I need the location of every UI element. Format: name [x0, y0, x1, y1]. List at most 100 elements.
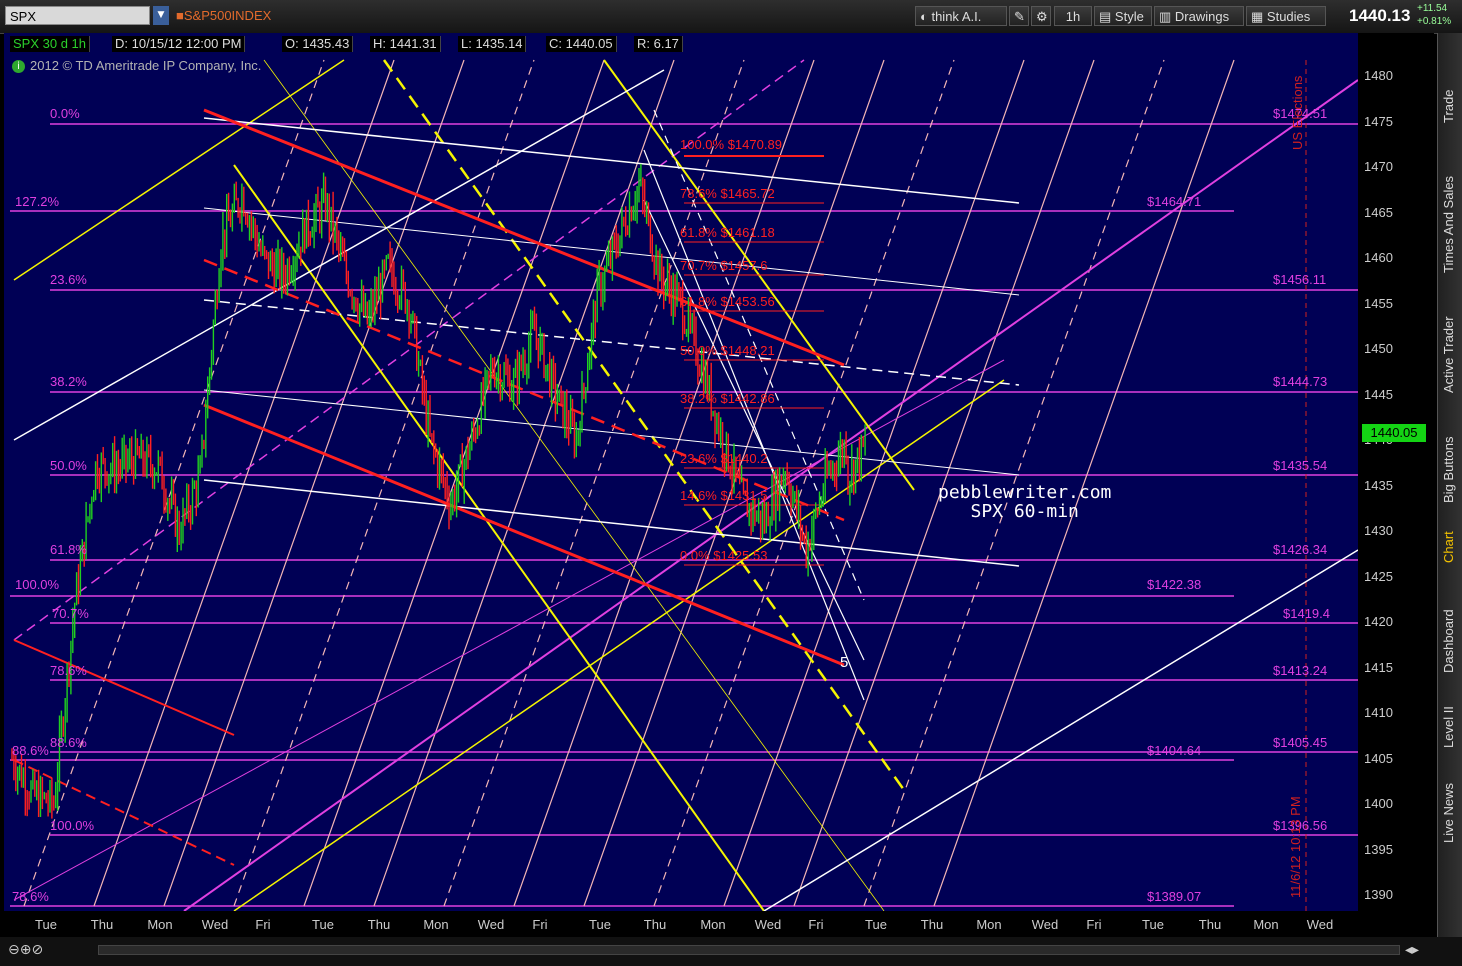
- price-chart[interactable]: [4, 33, 1358, 911]
- time-tick: Tue: [589, 917, 611, 932]
- red-fib-label: 23.6% $1440.2: [680, 451, 768, 466]
- right-level-label: $1389.07: [1147, 889, 1202, 904]
- price-tick: 1470: [1364, 159, 1393, 174]
- right-level-label: $1422.38: [1147, 577, 1202, 592]
- left-fib-label: 61.8%: [50, 542, 87, 557]
- copyright: 2012 © TD Ameritrade IP Company, Inc.: [30, 58, 262, 73]
- price-tick: 1455: [1364, 295, 1393, 311]
- red-fib-label: 100.0% $1470.89: [680, 137, 782, 152]
- time-tick: Wed: [1031, 917, 1059, 932]
- right-level-label: $1456.11: [1273, 272, 1327, 287]
- time-tick: Mon: [976, 917, 1002, 932]
- zoom-icon[interactable]: ⊖⊕⊘: [8, 942, 43, 958]
- price-tick: 1430: [1364, 523, 1393, 538]
- left-fib-label: 78.6%: [50, 663, 87, 678]
- time-tick: Mon: [423, 917, 449, 932]
- white-channel-line[interactable]: [203, 389, 1020, 476]
- bar-open: O: 1435.43: [282, 36, 354, 52]
- time-tick: Fri: [255, 917, 271, 932]
- time-tick: Thu: [1198, 917, 1222, 932]
- studies-button[interactable]: ▦ Studies: [1246, 6, 1326, 26]
- price-axis[interactable]: 1480147514701465146014551450144514401435…: [1358, 33, 1434, 911]
- time-tick: Thu: [920, 917, 944, 932]
- think-ai-button[interactable]: ◐ think A.I.: [915, 6, 1007, 26]
- time-tick: Mon: [700, 917, 726, 932]
- wave-label: 5: [840, 654, 849, 671]
- price-tick: 1390: [1364, 887, 1393, 902]
- us-elections-label: US Elections: [1290, 75, 1305, 150]
- time-tick: Tue: [865, 917, 887, 932]
- change-percent: +0.81%: [1417, 16, 1452, 27]
- red-fib-label: 0.0% $1425.53: [680, 548, 768, 563]
- index-name: ■S&P500INDEX: [176, 8, 272, 23]
- price-tick: 1445: [1364, 386, 1393, 402]
- price-tick: 1460: [1364, 250, 1393, 265]
- left-fib-label: 88.6%: [50, 735, 87, 750]
- left-fib-label: 88.6%: [12, 743, 49, 758]
- watermark-line1: pebblewriter.com: [938, 482, 1112, 503]
- right-level-label: $1405.45: [1273, 735, 1328, 750]
- yellow-trend-line[interactable]: [233, 164, 765, 911]
- chart-canvas[interactable]: [4, 33, 1358, 911]
- time-tick: Fri: [808, 917, 824, 932]
- time-tick: Fri: [532, 917, 548, 932]
- time-tick: Thu: [367, 917, 391, 932]
- style-button[interactable]: ▤ Style: [1094, 6, 1152, 26]
- time-axis[interactable]: Tue Thu Mon Wed Fri Tue Thu Mon Wed Fri Tue Thu Mon W…: [4, 911, 1358, 937]
- left-fib-label: 38.2%: [50, 374, 87, 389]
- left-fib-label: 127.2%: [15, 194, 60, 209]
- current-price-badge: 1440.05: [1362, 424, 1426, 442]
- price-tick: 1405: [1364, 750, 1393, 766]
- right-level-label: $1404.64: [1147, 743, 1202, 758]
- left-fib-label: 100.0%: [50, 818, 95, 833]
- left-fib-label: 50.0%: [50, 458, 87, 473]
- time-tick: Wed: [477, 917, 505, 932]
- red-channel-line[interactable]: [13, 639, 235, 736]
- timeframe-selector[interactable]: 1h: [1054, 6, 1092, 26]
- time-tick: Thu: [90, 917, 114, 932]
- price-tick: 1465: [1364, 204, 1393, 220]
- time-scrollbar[interactable]: [98, 945, 1400, 955]
- white-trend-line[interactable]: [763, 549, 1358, 911]
- time-tick: Fri: [1086, 917, 1102, 932]
- right-level-label: $1464.71: [1147, 194, 1202, 209]
- magenta-trend-line[interactable]: [13, 359, 1005, 901]
- price-tick: 1420: [1364, 614, 1393, 629]
- left-fib-label: 23.6%: [50, 272, 87, 287]
- right-level-label: $1444.73: [1273, 374, 1328, 389]
- time-tick: Thu: [643, 917, 667, 932]
- yellow-trend-line[interactable]: [233, 379, 1005, 911]
- top-toolbar: SPX ▼ ■S&P500INDEX ◐ think A.I. ✎ ⚙ 1h ▤…: [0, 0, 1462, 34]
- symbol-dropdown-icon[interactable]: ▼: [153, 6, 169, 25]
- price-tick: 1415: [1364, 659, 1393, 675]
- election-date-label: 11/6/12 10:13 PM: [1288, 796, 1303, 898]
- white-channel-line[interactable]: [203, 479, 1020, 567]
- left-fib-label: 70.7%: [52, 606, 89, 621]
- red-fib-label: 61.8% $1461.18: [680, 225, 775, 240]
- symbol-input[interactable]: SPX: [5, 6, 150, 25]
- yellow-trend-line[interactable]: [13, 59, 345, 281]
- price-tick: 1475: [1364, 113, 1393, 129]
- settings-wrench-icon[interactable]: ⚙: [1031, 6, 1051, 26]
- time-tick: Wed: [754, 917, 782, 932]
- white-dashed-line[interactable]: [203, 299, 1020, 386]
- time-tick: Wed: [201, 917, 229, 932]
- drawing-tools-icon[interactable]: ✎: [1009, 6, 1029, 26]
- price-tick: 1435: [1364, 477, 1393, 493]
- drawings-button[interactable]: ▥ Drawings: [1154, 6, 1244, 26]
- red-dashed-line[interactable]: [13, 759, 235, 866]
- chart-label: SPX 30 d 1h: [10, 36, 90, 52]
- price-tick: 1400: [1364, 796, 1393, 811]
- time-tick: Mon: [147, 917, 173, 932]
- price-tick: 1425: [1364, 568, 1393, 584]
- scroll-arrows-icon[interactable]: ◂▸: [1405, 942, 1419, 958]
- price-tick: 1450: [1364, 341, 1393, 356]
- bar-low: L: 1435.14: [458, 36, 527, 52]
- time-tick: Tue: [35, 917, 57, 932]
- change-absolute: +11.54: [1417, 3, 1448, 14]
- white-channel-line[interactable]: [203, 117, 1020, 204]
- red-fib-label: 14.6% $1431.5: [680, 488, 768, 503]
- time-tick: Mon: [1253, 917, 1279, 932]
- price-tick: 1410: [1364, 705, 1393, 720]
- watermark-line2: SPX 60-min: [970, 501, 1079, 522]
